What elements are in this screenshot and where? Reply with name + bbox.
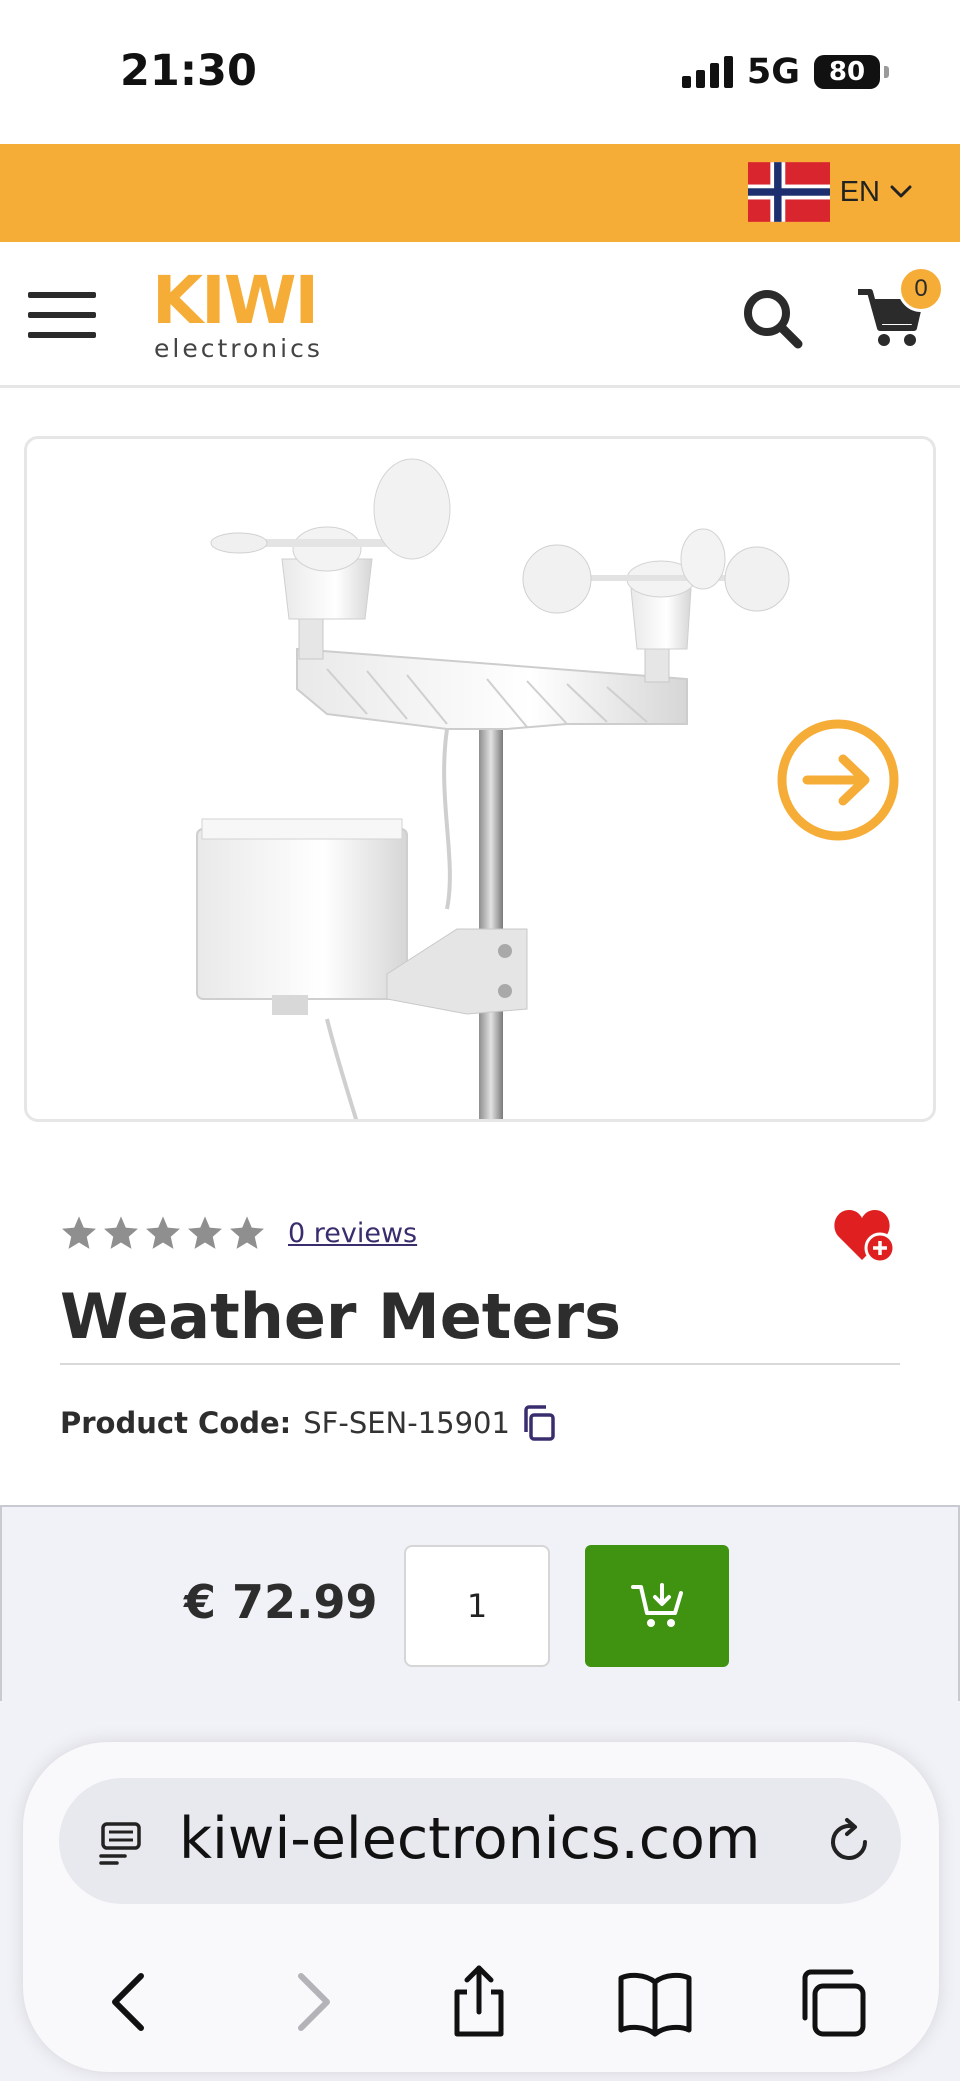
back-icon[interactable] [91,1962,171,2042]
star-icon [146,1216,180,1249]
reader-icon[interactable] [97,1818,145,1866]
quantity-input[interactable] [404,1545,550,1667]
star-icon [230,1216,264,1249]
signal-icon [681,56,733,88]
menu-icon[interactable] [28,292,96,338]
product-code-value: SF-SEN-15901 [303,1406,510,1440]
language-code: EN [839,175,880,208]
buy-bar: € 72.99 [0,1505,960,1701]
product-price: € 72.99 [184,1575,378,1629]
status-indicators: 5G 80 [681,52,889,92]
chevron-down-icon [890,185,912,198]
logo-main-text: KIWI [152,262,319,339]
product-title: Weather Meters [60,1280,621,1353]
bookmarks-icon[interactable] [615,1962,695,2042]
rating-row: 0 reviews [60,1214,417,1252]
language-selector[interactable]: EN [747,162,912,222]
logo-sub-text: electronics [154,334,323,363]
reviews-link[interactable]: 0 reviews [288,1218,417,1249]
cart-count-badge: 0 [898,266,944,312]
tabs-icon[interactable] [793,1962,873,2042]
reload-icon[interactable] [823,1816,875,1868]
battery-icon: 80 [814,55,889,89]
battery-level: 80 [828,57,866,87]
add-to-cart-button[interactable] [585,1545,729,1667]
language-bar: EN [0,144,960,242]
star-icon [62,1216,96,1249]
kiwi-logo[interactable]: KIWI electronics [152,268,332,368]
share-icon[interactable] [439,1962,519,2042]
url-text[interactable]: kiwi-electronics.com [179,1806,760,1872]
browser-toolbar-area: kiwi-electronics.com [0,1701,960,2081]
address-bar[interactable]: kiwi-electronics.com [59,1778,901,1904]
browser-toolbar: kiwi-electronics.com [22,1741,940,2073]
star-icon [188,1216,222,1249]
site-header: KIWI electronics 0 [0,242,960,388]
cart-download-icon [631,1583,683,1627]
status-time: 21:30 [120,46,257,96]
search-icon[interactable] [740,286,804,350]
star-icon [104,1216,138,1249]
divider [60,1363,900,1365]
copy-icon[interactable] [520,1404,558,1442]
product-code-label: Product Code: [60,1406,292,1440]
norway-flag-icon [747,162,830,222]
product-gallery [24,436,936,1122]
star-rating [60,1214,266,1252]
forward-icon[interactable] [271,1962,351,2042]
product-code-row: Product Code: SF-SEN-15901 [60,1404,558,1442]
wishlist-heart-icon[interactable] [832,1204,898,1266]
arrow-right-circle-icon[interactable] [775,717,901,843]
status-bar: 21:30 5G 80 [0,0,960,144]
network-label: 5G [746,52,800,92]
